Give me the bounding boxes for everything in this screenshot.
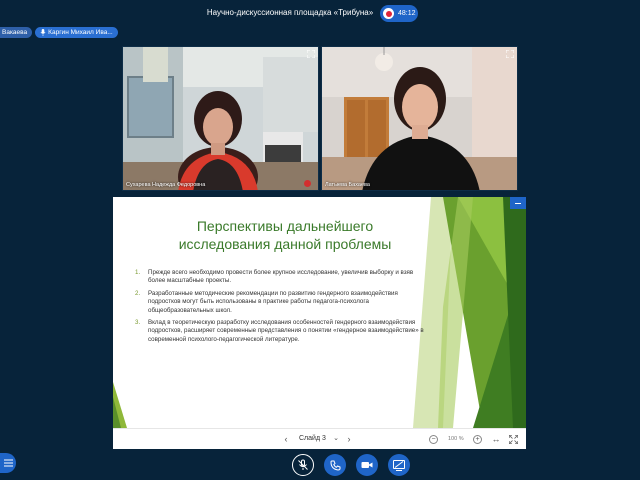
slide-title: Перспективы дальнейшего исследования дан…: [178, 218, 392, 252]
chevron-down-icon[interactable]: ⌄: [331, 434, 341, 444]
presentation-slide: Перспективы дальнейшего исследования дан…: [113, 197, 526, 428]
previous-slide-button[interactable]: ‹: [281, 434, 291, 444]
talker-1[interactable]: Вакаева: [0, 27, 33, 38]
expand-icon[interactable]: [307, 50, 315, 58]
zoom-level[interactable]: 100 %: [448, 436, 464, 442]
list-number: 3.: [135, 319, 141, 327]
list-number: 1.: [135, 269, 141, 276]
talker-2[interactable]: Каргин Михаил Ива...: [35, 27, 118, 38]
list-item: 3. Вклад в теоретическую разработку иссле…: [135, 319, 425, 344]
phone-icon: [329, 460, 340, 471]
record-icon: [383, 8, 394, 19]
slide-selector[interactable]: Слайд 3: [299, 435, 326, 442]
presentation-toolbar: ‹ Слайд 3 ⌄ › − 100 % + ↔: [113, 428, 526, 449]
next-slide-button[interactable]: ›: [344, 434, 354, 444]
participant-name: Латыева Бахаева: [325, 182, 370, 188]
presentation-area: Перспективы дальнейшего исследования дан…: [113, 197, 526, 449]
talking-indicators: Вакаева Каргин Михаил Ива...: [0, 27, 121, 38]
top-bar: Научно-дискуссионная площадка «Трибуна» …: [0, 0, 640, 26]
zoom-in-button[interactable]: +: [473, 435, 482, 444]
video-camera-icon: [361, 462, 373, 468]
talker-name: Вакаева: [2, 29, 28, 36]
list-text: Разработанные методические рекомендации …: [148, 289, 398, 314]
list-item: 2. Разработанные методические рекомендаци…: [135, 290, 425, 315]
microphone-muted-icon: [304, 180, 311, 187]
screen-share-icon: [393, 459, 405, 471]
list-text: Вклад в теоретическую разработку исследо…: [148, 319, 424, 343]
slide-list: 1. Прежде всего необходимо провести более…: [135, 269, 425, 348]
video-tile-1[interactable]: Сухарева Надежда Федоровна: [122, 46, 319, 191]
list-item: 1. Прежде всего необходимо провести более…: [135, 269, 425, 286]
participant-video-image: [322, 47, 517, 190]
leave-audio-button[interactable]: [324, 454, 346, 476]
video-tile-2[interactable]: Латыева Бахаева: [321, 46, 518, 191]
camera-button[interactable]: [356, 454, 378, 476]
list-number: 2.: [135, 289, 141, 297]
recording-time: 48:12: [398, 10, 416, 17]
fit-width-icon[interactable]: ↔: [491, 434, 501, 444]
screen-share-button[interactable]: [388, 454, 410, 476]
meeting-title: Научно-дискуссионная площадка «Трибуна»: [206, 8, 374, 17]
list-text: Прежде всего необходимо провести более к…: [148, 269, 414, 285]
bottom-action-bar: [0, 452, 640, 480]
mute-button[interactable]: [292, 454, 314, 476]
fullscreen-icon[interactable]: [509, 435, 518, 444]
participant-name: Сухарева Надежда Федоровна: [126, 182, 206, 188]
microphone-icon: [40, 29, 46, 36]
expand-icon[interactable]: [506, 50, 514, 58]
minimize-presentation-button[interactable]: [510, 197, 526, 209]
zoom-out-button[interactable]: −: [429, 435, 438, 444]
talker-name: Каргин Михаил Ива...: [48, 29, 113, 36]
microphone-off-icon: [298, 459, 308, 470]
participant-video-image: [123, 47, 318, 190]
recording-button[interactable]: 48:12: [380, 5, 418, 22]
